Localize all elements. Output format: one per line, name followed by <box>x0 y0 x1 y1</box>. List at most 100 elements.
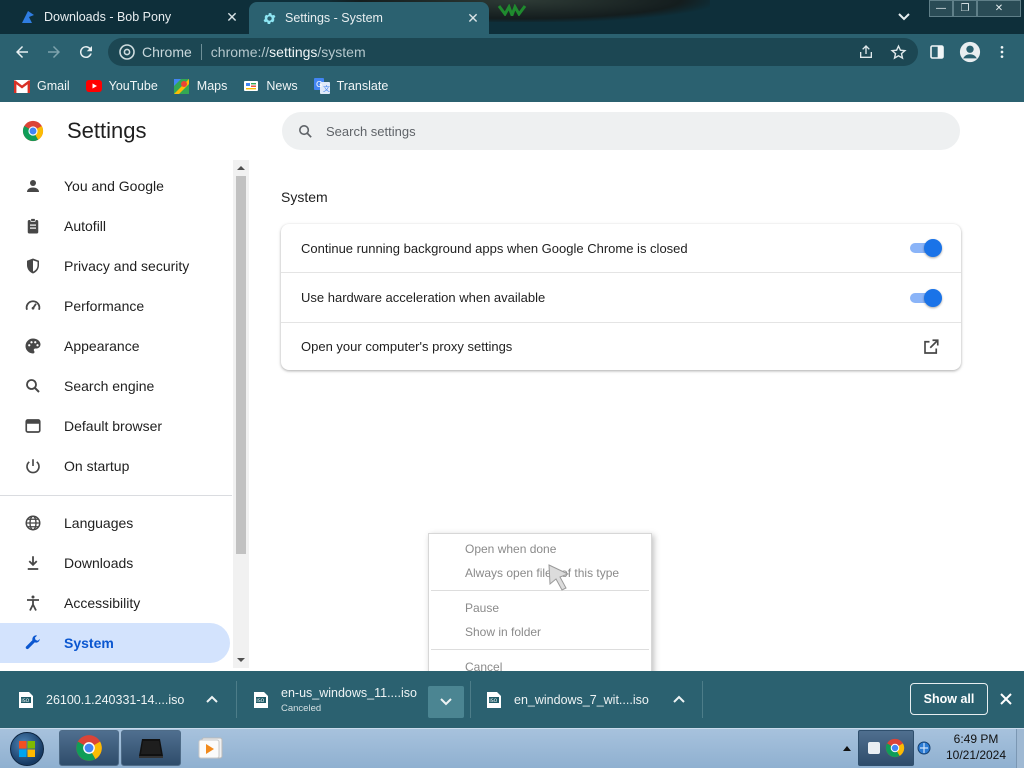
back-arrow-icon <box>16 46 28 58</box>
gear-icon <box>261 10 277 26</box>
sidebar-item-privacy[interactable]: Privacy and security <box>0 246 230 286</box>
toggle-knob <box>924 239 942 257</box>
tab-close-button[interactable]: ✕ <box>222 7 242 27</box>
close-icon: ✕ <box>994 3 1004 14</box>
iso-file-icon: ISO <box>18 691 34 709</box>
scroll-up-arrow-icon[interactable] <box>237 164 245 172</box>
scrollbar-thumb[interactable] <box>236 176 246 554</box>
taskbar-chrome-button[interactable] <box>59 730 119 766</box>
shield-icon <box>23 256 43 276</box>
gmail-icon <box>14 78 30 94</box>
menu-item-label: Always open files of this type <box>465 566 620 580</box>
reload-button[interactable] <box>74 41 98 63</box>
youtube-icon <box>85 78 102 94</box>
menu-item-open-when-done[interactable]: Open when done <box>429 537 651 561</box>
sidebar-item-on-startup[interactable]: On startup <box>0 446 230 486</box>
chrome-site-icon <box>118 43 136 61</box>
bookmark-maps[interactable]: Maps <box>174 78 227 94</box>
show-hidden-icons-button[interactable] <box>842 738 852 758</box>
sidebar-item-label: Autofill <box>64 218 107 234</box>
palette-icon <box>23 336 43 356</box>
bookmark-news[interactable]: News <box>243 78 298 94</box>
share-button[interactable] <box>856 42 876 62</box>
terminal-icon <box>139 739 163 758</box>
menu-item-label: Show in folder <box>465 625 542 639</box>
bookmark-gmail[interactable]: Gmail <box>14 78 70 94</box>
bob-pony-icon <box>20 9 36 25</box>
search-input[interactable] <box>326 123 926 139</box>
sidebar-item-system[interactable]: System <box>0 623 230 663</box>
show-desktop-button[interactable] <box>1016 729 1024 768</box>
clipboard-icon <box>23 216 43 236</box>
sidebar-item-you-and-google[interactable]: You and Google <box>0 166 230 206</box>
minimize-button[interactable]: — <box>929 0 953 17</box>
tab-search-button[interactable] <box>894 8 914 26</box>
sidebar-item-label: Default browser <box>64 418 163 434</box>
bookmark-translate[interactable]: G文 Translate <box>313 78 388 94</box>
external-link-icon[interactable] <box>921 337 941 357</box>
setting-label: Open your computer's proxy settings <box>301 339 513 354</box>
start-button[interactable] <box>4 729 50 768</box>
back-button[interactable] <box>10 41 34 63</box>
svg-text:ISO: ISO <box>256 698 264 704</box>
iso-file-icon: ISO <box>253 691 269 709</box>
taskbar-terminal-button[interactable] <box>121 730 181 766</box>
menu-item-show-in-folder[interactable]: Show in folder <box>429 620 651 644</box>
download-options-button[interactable] <box>200 687 224 711</box>
close-shelf-button[interactable] <box>996 689 1016 709</box>
sidebar-item-default-browser[interactable]: Default browser <box>0 406 230 446</box>
download-item[interactable]: ISO en-us_windows_11....iso Canceled <box>253 671 417 728</box>
download-options-button[interactable] <box>428 686 464 718</box>
background-apps-toggle[interactable] <box>910 239 942 257</box>
download-item[interactable]: ISO 26100.1.240331-14....iso <box>18 671 184 728</box>
download-status: Canceled <box>281 702 322 714</box>
menu-item-always-open[interactable]: Always open files of this type <box>429 561 651 585</box>
tray-app-group[interactable] <box>858 730 914 766</box>
hardware-acceleration-toggle[interactable] <box>910 288 942 307</box>
sidebar-item-autofill[interactable]: Autofill <box>0 206 230 246</box>
forward-button[interactable] <box>42 41 66 63</box>
side-panel-button[interactable] <box>927 42 947 62</box>
maps-icon <box>174 78 190 94</box>
tab-close-button[interactable]: ✕ <box>463 8 483 28</box>
address-bar[interactable]: Chrome chrome://settings/system <box>108 38 918 66</box>
tab-settings[interactable]: Settings - System ✕ <box>249 2 489 34</box>
download-item[interactable]: ISO en_windows_7_wit....iso <box>486 671 649 728</box>
sidebar-item-downloads[interactable]: Downloads <box>0 543 230 583</box>
site-chip: Chrome <box>142 44 192 60</box>
bookmark-star-button[interactable] <box>888 42 908 62</box>
sidebar-item-accessibility[interactable]: Accessibility <box>0 583 230 623</box>
show-all-downloads-button[interactable]: Show all <box>910 683 988 715</box>
network-icon[interactable] <box>916 740 932 756</box>
wrench-icon <box>23 633 43 653</box>
search-settings[interactable] <box>282 112 960 150</box>
sidebar-item-appearance[interactable]: Appearance <box>0 326 230 366</box>
menu-button[interactable] <box>992 42 1012 62</box>
download-options-button[interactable] <box>667 687 691 711</box>
profile-button[interactable] <box>958 41 982 63</box>
restore-button[interactable]: ❐ <box>953 0 977 17</box>
setting-row-proxy[interactable]: Open your computer's proxy settings <box>281 322 961 370</box>
reload-icon <box>79 46 92 59</box>
tab-downloads[interactable]: Downloads - Bob Pony ✕ <box>8 0 248 34</box>
download-filename: en-us_windows_11....iso <box>281 685 417 700</box>
window-close-button[interactable]: ✕ <box>977 0 1021 17</box>
menu-separator <box>431 590 649 591</box>
sidebar-item-performance[interactable]: Performance <box>0 286 230 326</box>
setting-row-hardware-acceleration[interactable]: Use hardware acceleration when available <box>281 272 961 322</box>
sidebar-scrollbar[interactable] <box>233 160 249 668</box>
setting-row-background-apps[interactable]: Continue running background apps when Go… <box>281 224 961 272</box>
setting-label: Use hardware acceleration when available <box>301 290 546 305</box>
menu-item-pause[interactable]: Pause <box>429 596 651 620</box>
sidebar-item-search-engine[interactable]: Search engine <box>0 366 230 406</box>
search-icon <box>296 122 314 140</box>
taskbar-clock[interactable]: 6:49 PM 10/21/2024 <box>936 731 1016 763</box>
svg-text:文: 文 <box>323 84 330 93</box>
bookmark-youtube[interactable]: YouTube <box>85 78 158 94</box>
clock-date: 10/21/2024 <box>945 748 1007 762</box>
side-panel-icon <box>930 45 944 59</box>
person-icon <box>23 176 43 196</box>
taskbar-media-player-button[interactable] <box>196 733 226 763</box>
scroll-down-arrow-icon[interactable] <box>237 656 245 664</box>
sidebar-item-languages[interactable]: Languages <box>0 503 230 543</box>
